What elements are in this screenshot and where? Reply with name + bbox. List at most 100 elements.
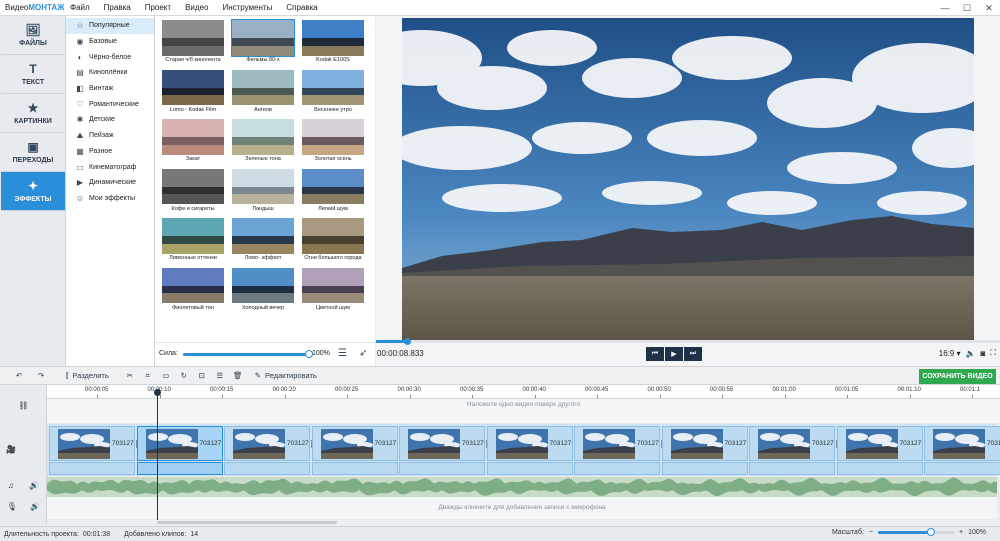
aspect-ratio-select[interactable]: 16:9 ▾ bbox=[939, 349, 961, 358]
category-item[interactable]: ◐ Чёрно-белое bbox=[66, 49, 154, 65]
video-clip[interactable]: 703127 bbox=[486, 426, 573, 461]
video-clip[interactable]: 703127 bbox=[836, 426, 923, 461]
effect-thumbnail[interactable]: Фиолетовый тон bbox=[161, 266, 225, 312]
category-item[interactable]: ▤ Киноплёнки bbox=[66, 65, 154, 81]
playback-knob[interactable] bbox=[404, 338, 412, 345]
save-video-button[interactable]: СОХРАНИТЬ ВИДЕО bbox=[919, 369, 996, 384]
effect-thumbnail[interactable]: Огни большого города bbox=[301, 216, 365, 262]
effect-thumbnail[interactable]: Ангели bbox=[231, 68, 295, 114]
video-clip[interactable]: 703127 bbox=[399, 426, 485, 461]
video-track[interactable]: 703127 703127 703127 703127 703127 703127 7031… bbox=[47, 424, 1000, 476]
effect-thumbnail[interactable]: Зеленые тона bbox=[231, 117, 295, 163]
clip-effect-bar[interactable] bbox=[924, 462, 1000, 475]
category-item[interactable]: ◧ Винтаж bbox=[66, 81, 154, 97]
audio-track[interactable] bbox=[47, 477, 997, 497]
category-item[interactable]: ♡ Романтические bbox=[66, 96, 154, 112]
delete-icon[interactable]: 🗑 bbox=[229, 366, 247, 385]
video-preview[interactable] bbox=[402, 18, 974, 340]
video-clip[interactable]: 703127 bbox=[661, 426, 748, 461]
zoom-in-icon[interactable]: + bbox=[959, 529, 963, 536]
rotate-icon[interactable]: ↻ bbox=[175, 366, 193, 385]
equalizer-icon[interactable]: ☰ bbox=[338, 348, 347, 359]
mic-volume-icon[interactable]: 🔊 bbox=[30, 502, 40, 511]
split-button[interactable]: ⫿ Разделить bbox=[66, 366, 109, 385]
volume-icon[interactable]: 🔈 bbox=[966, 349, 976, 358]
effect-thumbnail[interactable]: Старая ч/б кинолента bbox=[161, 18, 225, 64]
fullscreen-icon[interactable]: ⛶ bbox=[990, 348, 996, 358]
video-clip[interactable]: 703127 bbox=[224, 426, 310, 461]
video-clip[interactable]: 703127 bbox=[136, 426, 223, 461]
mic-track[interactable]: Дважды кликните для добавления записи с … bbox=[47, 497, 997, 519]
menu-item[interactable]: Инструменты bbox=[222, 3, 272, 12]
video-clip[interactable]: 703127 bbox=[49, 426, 135, 461]
maximize-icon[interactable]: ☐ bbox=[956, 0, 978, 16]
effect-thumbnail[interactable]: Цветной шум bbox=[301, 266, 365, 312]
close-icon[interactable]: ✕ bbox=[978, 0, 1000, 16]
effect-thumbnail[interactable]: Легкий шум bbox=[301, 167, 365, 213]
category-item[interactable]: ☺ Мои эффекты bbox=[66, 191, 154, 207]
video-clip[interactable]: 703127 bbox=[574, 426, 660, 461]
camera-icon[interactable]: ◙ bbox=[981, 349, 986, 358]
strength-slider[interactable] bbox=[183, 350, 313, 358]
next-icon[interactable]: ⏭ bbox=[684, 347, 702, 361]
audio-volume-icon[interactable]: 🔊 bbox=[29, 481, 39, 490]
play-icon[interactable]: ▶ bbox=[665, 347, 683, 361]
timeline-scrollbar[interactable] bbox=[47, 520, 1000, 525]
effect-thumbnail[interactable]: Закат bbox=[161, 117, 225, 163]
effect-thumbnail[interactable]: Кофе и сигареты bbox=[161, 167, 225, 213]
effect-thumbnail[interactable]: Лимонные оттенки bbox=[161, 216, 225, 262]
effect-thumbnail[interactable]: Ломо- эффект bbox=[231, 216, 295, 262]
clip-effect-bar[interactable] bbox=[399, 462, 485, 475]
menu-item[interactable]: Правка bbox=[104, 3, 131, 12]
clip-effect-bar[interactable] bbox=[136, 462, 223, 475]
effect-thumbnail[interactable]: Фильмы 80-х bbox=[231, 18, 295, 64]
crop-icon[interactable]: ⌗ bbox=[139, 366, 157, 385]
nav-image[interactable]: 🖼 ФАЙЛЫ bbox=[1, 16, 65, 55]
clip-effect-bar[interactable] bbox=[49, 462, 135, 475]
video-clip[interactable]: 703127 bbox=[749, 426, 835, 461]
effect-thumbnail[interactable]: Lomo - Kodak Film bbox=[161, 68, 225, 114]
video-clip[interactable]: 703127 bbox=[311, 426, 398, 461]
menu-item[interactable]: Файл bbox=[70, 3, 90, 12]
zoom-slider[interactable] bbox=[878, 528, 954, 536]
previous-icon[interactable]: ⏮ bbox=[646, 347, 664, 361]
frame-icon[interactable]: ▭ bbox=[157, 366, 175, 385]
nav-star[interactable]: ★ КАРТИНКИ bbox=[1, 94, 65, 133]
clip-effect-bar[interactable] bbox=[661, 462, 748, 475]
video-clip[interactable]: 703127 bbox=[924, 426, 1000, 461]
effect-thumbnail[interactable]: Золотая осень bbox=[301, 117, 365, 163]
menu-item[interactable]: Проект bbox=[145, 3, 171, 12]
redo-icon[interactable]: ↷ bbox=[30, 366, 52, 385]
category-item[interactable]: ☆ Популярные bbox=[66, 18, 154, 34]
nav-transitions[interactable]: ▣ ПЕРЕХОДЫ bbox=[1, 133, 65, 172]
timeline-ruler[interactable]: 00:00:0500:00:1000:00:1500:00:2000:00:25… bbox=[47, 385, 1000, 399]
menu-item[interactable]: Видео bbox=[185, 3, 208, 12]
effect-thumbnail[interactable]: Kodak E100S bbox=[301, 18, 365, 64]
nav-magic-wand[interactable]: ✦ ЭФФЕКТЫ bbox=[1, 172, 65, 211]
menu-item[interactable]: Справка bbox=[286, 3, 317, 12]
minimize-icon[interactable]: — bbox=[934, 0, 956, 16]
playback-progress[interactable] bbox=[376, 338, 1000, 345]
overlay-track[interactable]: Наложите одно видео поверх другого bbox=[47, 399, 1000, 423]
effect-thumbnail[interactable]: Ландыш bbox=[231, 167, 295, 213]
edit-button[interactable]: ✎ Редактировать bbox=[255, 366, 317, 385]
clip-effect-bar[interactable] bbox=[486, 462, 573, 475]
scrollbar-thumb[interactable] bbox=[157, 521, 337, 524]
clip-effect-bar[interactable] bbox=[749, 462, 835, 475]
zoom-slider-knob[interactable] bbox=[927, 528, 936, 536]
zoom-out-icon[interactable]: − bbox=[869, 529, 873, 536]
category-item[interactable]: ✱ Детские bbox=[66, 112, 154, 128]
category-item[interactable]: ⛰ Пейзаж bbox=[66, 128, 154, 144]
category-item[interactable]: ▶ Динамические bbox=[66, 175, 154, 191]
playhead[interactable] bbox=[157, 391, 158, 520]
scissors-icon[interactable]: ✂ bbox=[121, 366, 139, 385]
nav-text[interactable]: T ТЕКСТ bbox=[1, 55, 65, 94]
clip-effect-bar[interactable] bbox=[224, 462, 310, 475]
category-item[interactable]: ◉ Базовые bbox=[66, 34, 154, 50]
fit-icon[interactable]: ⊡ bbox=[193, 366, 211, 385]
effect-thumbnail[interactable]: Весеннее утро bbox=[301, 68, 365, 114]
rocket-icon[interactable]: ➶ bbox=[359, 348, 367, 359]
clip-effect-bar[interactable] bbox=[574, 462, 660, 475]
adjust-icon[interactable]: ☰ bbox=[211, 366, 229, 385]
link-icon[interactable]: ⛓ bbox=[0, 401, 47, 410]
